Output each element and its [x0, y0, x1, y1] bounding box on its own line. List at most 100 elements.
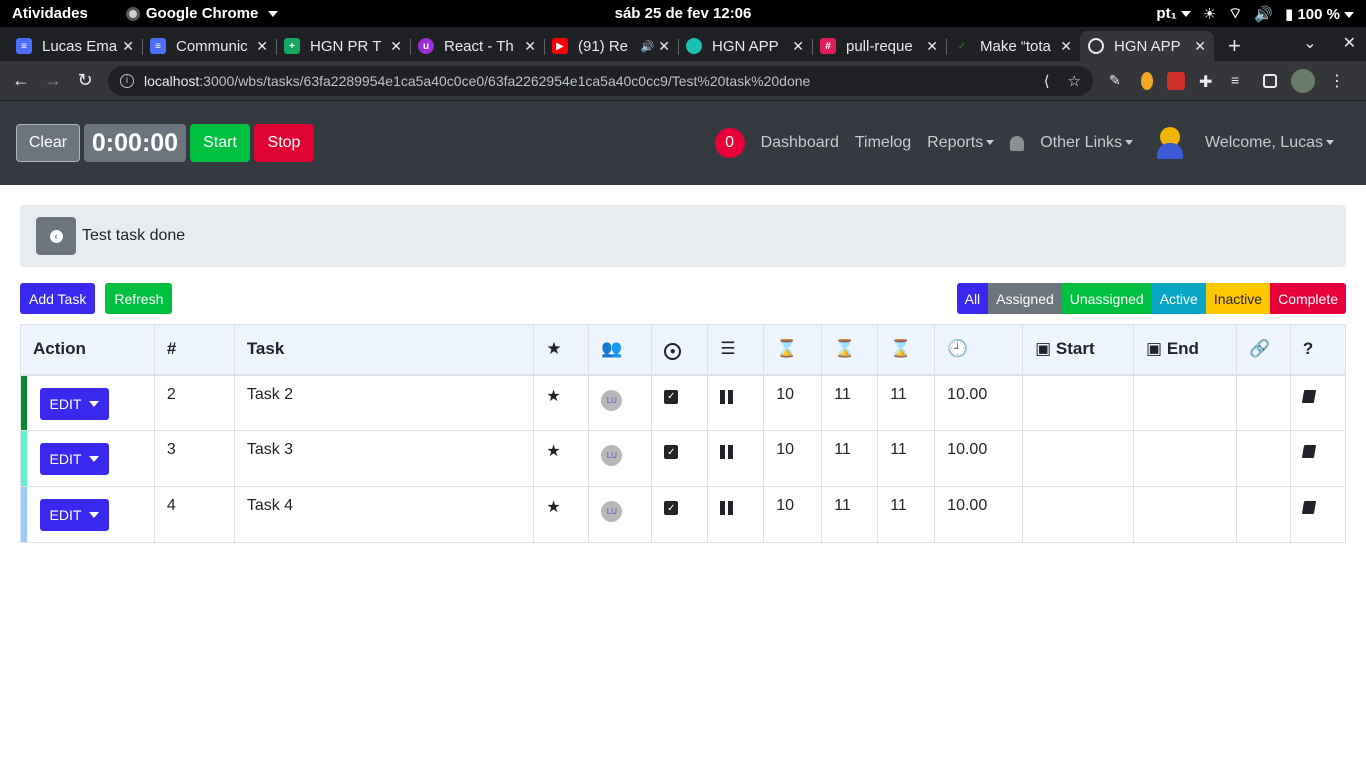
add-task-button[interactable]: Add Task: [20, 283, 96, 314]
back-arrow-icon[interactable]: ←: [8, 67, 34, 95]
pause-icon[interactable]: [720, 501, 751, 515]
hours-worst: 11: [821, 486, 879, 543]
browser-tab[interactable]: ≡ Communic ✕: [142, 31, 276, 61]
os-clock[interactable]: sáb 25 de fev 12:06: [615, 5, 752, 22]
close-icon[interactable]: ✕: [926, 38, 938, 55]
checkbox-checked-icon[interactable]: ✓: [664, 389, 679, 404]
filter-all[interactable]: All: [956, 283, 989, 314]
filter-inactive[interactable]: Inactive: [1205, 283, 1271, 314]
address-bar[interactable]: i localhost:3000/wbs/tasks/63fa2289954e1…: [108, 65, 1093, 96]
close-icon[interactable]: ✕: [390, 38, 402, 55]
hourglass-start-icon: ⌛: [776, 339, 798, 359]
browser-tab[interactable]: ≡ Lucas Ema ✕: [8, 31, 142, 61]
close-icon[interactable]: ✕: [658, 38, 670, 55]
keyboard-layout[interactable]: pt₁: [1156, 5, 1191, 22]
battery-status[interactable]: ▮ 100 %: [1285, 5, 1354, 23]
help-cell: [1289, 374, 1347, 431]
start-date: [1022, 374, 1135, 431]
chevron-left-circle-icon: ‹: [49, 229, 63, 243]
filter-complete[interactable]: Complete: [1270, 283, 1346, 314]
filter-group: All Assigned Unassigned Active Inactive …: [956, 283, 1346, 314]
extensions-puzzle-icon[interactable]: ✚: [1199, 72, 1217, 91]
window-close-icon[interactable]: ✕: [1343, 33, 1356, 53]
nav-dashboard[interactable]: Dashboard: [761, 134, 839, 152]
checkbox-checked-icon[interactable]: ✓: [664, 501, 679, 515]
browser-tab-active[interactable]: HGN APP ✕: [1080, 31, 1214, 61]
bell-icon[interactable]: [1010, 135, 1025, 151]
star-icon[interactable]: ★: [546, 388, 560, 405]
start-button[interactable]: Start: [190, 124, 250, 162]
share-icon[interactable]: ⟨: [1044, 72, 1050, 90]
notification-badge[interactable]: 0: [714, 128, 745, 158]
action-bar: Add Task Refresh All Assigned Unassigned…: [20, 283, 1346, 314]
row-status-stripe: [21, 431, 27, 486]
browser-tab[interactable]: ▶ (91) Re 🔊 ✕: [544, 31, 678, 61]
book-icon[interactable]: [1301, 445, 1317, 458]
task-name[interactable]: Task 3: [233, 430, 535, 487]
browser-tab[interactable]: # pull-reque ✕: [812, 31, 946, 61]
resource-avatar[interactable]: LU: [601, 445, 623, 466]
reload-icon[interactable]: ↻: [72, 67, 98, 95]
book-icon[interactable]: [1301, 501, 1317, 514]
star-icon[interactable]: ★: [546, 443, 560, 460]
app-menu[interactable]: Google Chrome: [125, 5, 279, 22]
app-menu-label: Google Chrome: [145, 5, 259, 22]
bookmark-star-icon[interactable]: ☆: [1068, 72, 1081, 90]
volume-icon[interactable]: 🔊: [1254, 5, 1273, 23]
check-icon: ✓: [957, 40, 967, 52]
nav-welcome-user[interactable]: Welcome, Lucas: [1205, 134, 1334, 152]
forward-arrow-icon[interactable]: →: [40, 67, 66, 95]
extension-orange-icon[interactable]: [1141, 71, 1153, 90]
stop-button[interactable]: Stop: [254, 124, 314, 162]
browser-toolbar: ← → ↻ i localhost:3000/wbs/tasks/63fa228…: [0, 61, 1366, 101]
resource-avatar[interactable]: LU: [601, 389, 623, 411]
task-name[interactable]: Task 2: [233, 374, 535, 431]
new-tab-button[interactable]: +: [1214, 31, 1255, 61]
media-control-icon[interactable]: ≡: [1231, 72, 1249, 90]
refresh-button[interactable]: Refresh: [105, 283, 173, 314]
edit-dropdown-button[interactable]: EDIT: [40, 387, 109, 420]
col-resources: 👥: [588, 324, 653, 376]
pause-icon[interactable]: [720, 445, 751, 459]
info-icon[interactable]: i: [120, 73, 134, 88]
activities-button[interactable]: Atividades: [0, 5, 100, 22]
extension-pen-icon[interactable]: ✎: [1109, 72, 1127, 90]
tab-search-icon[interactable]: ⌄: [1303, 33, 1316, 53]
wifi-icon[interactable]: ⌔: [1228, 4, 1242, 23]
users-icon: 👥: [601, 339, 623, 359]
brightness-icon[interactable]: ☀: [1203, 5, 1216, 23]
audio-playing-icon[interactable]: 🔊: [641, 40, 655, 53]
close-icon[interactable]: ✕: [792, 38, 804, 55]
nav-timelog[interactable]: Timelog: [855, 134, 911, 152]
extension-red-icon[interactable]: [1167, 71, 1185, 90]
filter-active[interactable]: Active: [1151, 283, 1206, 314]
close-icon[interactable]: ✕: [1060, 38, 1072, 55]
task-name[interactable]: Task 4: [233, 486, 535, 543]
filter-unassigned[interactable]: Unassigned: [1061, 283, 1152, 314]
menu-kebab-icon[interactable]: ⋮: [1329, 71, 1345, 91]
side-panel-icon[interactable]: [1263, 73, 1277, 88]
nav-reports[interactable]: Reports: [927, 134, 995, 152]
edit-dropdown-button[interactable]: EDIT: [40, 443, 109, 475]
resource-avatar[interactable]: LU: [601, 501, 623, 522]
back-button[interactable]: ‹: [36, 217, 76, 255]
book-icon[interactable]: [1301, 389, 1317, 403]
star-icon[interactable]: ★: [546, 499, 560, 516]
browser-tab[interactable]: ✓ Make “tota ✕: [946, 31, 1080, 61]
pause-icon[interactable]: [720, 389, 751, 404]
nav-other-links[interactable]: Other Links: [1040, 134, 1134, 152]
browser-tab[interactable]: HGN APP ✕: [678, 31, 812, 61]
browser-tab[interactable]: + HGN PR T ✕: [276, 31, 410, 61]
edit-dropdown-button[interactable]: EDIT: [40, 499, 109, 531]
clear-button[interactable]: Clear: [16, 124, 80, 162]
close-icon[interactable]: ✕: [122, 38, 134, 55]
close-icon[interactable]: ✕: [1194, 38, 1206, 55]
hours-best: 10: [763, 486, 823, 543]
browser-tab[interactable]: u React - Th ✕: [410, 31, 544, 61]
close-icon[interactable]: ✕: [524, 38, 536, 55]
checkbox-checked-icon[interactable]: ✓: [664, 445, 679, 459]
filter-assigned[interactable]: Assigned: [988, 283, 1062, 314]
close-icon[interactable]: ✕: [256, 38, 268, 55]
user-avatar-icon[interactable]: [1155, 127, 1185, 159]
profile-avatar[interactable]: [1291, 68, 1315, 93]
